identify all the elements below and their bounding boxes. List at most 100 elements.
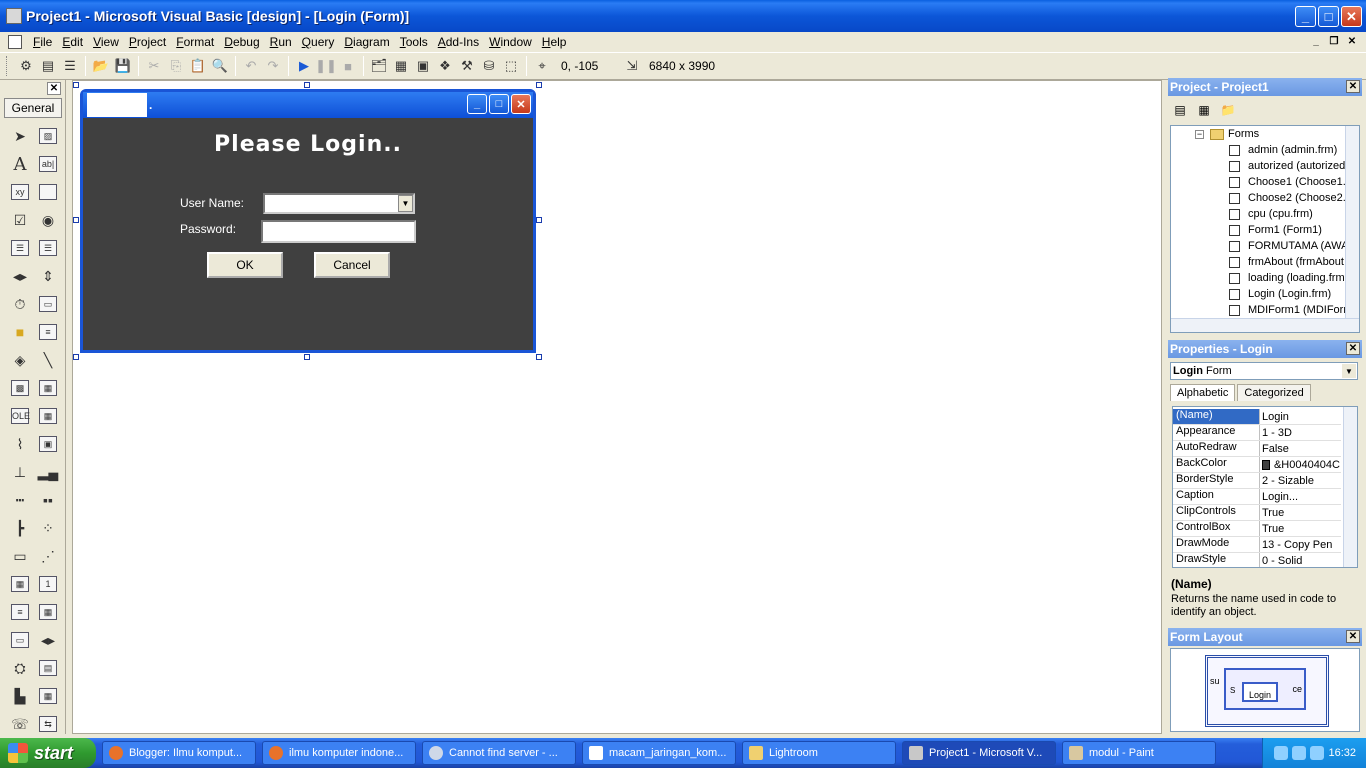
frame-tool-icon[interactable]: xy bbox=[6, 178, 34, 206]
line-tool-icon[interactable]: ╲ bbox=[34, 346, 62, 374]
project-tree[interactable]: − Forms admin (admin.frm) autorized (aut… bbox=[1170, 125, 1360, 333]
undo-icon[interactable]: ↶ bbox=[240, 55, 262, 77]
picturebox-tool-icon[interactable]: ▨ bbox=[34, 122, 62, 150]
mdi-minimize-button[interactable]: _ bbox=[1308, 34, 1324, 48]
property-row[interactable]: ClipControls True bbox=[1173, 505, 1341, 521]
tree-item[interactable]: loading (loading.frm bbox=[1229, 272, 1345, 284]
network-icon[interactable] bbox=[1274, 746, 1289, 760]
dirlistbox-tool-icon[interactable]: ■ bbox=[6, 318, 34, 346]
dtpicker-tool-icon[interactable]: ▣ bbox=[34, 430, 62, 458]
properties-grid[interactable]: (Name) Login Appearance 1 - 3D AutoRedraw F… bbox=[1172, 406, 1358, 568]
timer-tool-icon[interactable]: ⏱ bbox=[6, 290, 34, 318]
tree-vertical-scrollbar[interactable] bbox=[1345, 126, 1359, 318]
resize-handle[interactable] bbox=[73, 82, 79, 88]
component-manager-icon[interactable]: ⬚ bbox=[500, 55, 522, 77]
chevron-down-icon[interactable]: ▼ bbox=[398, 195, 413, 212]
resize-handle[interactable] bbox=[536, 354, 542, 360]
object-selector[interactable]: Login Form ▼ bbox=[1170, 362, 1358, 380]
taskbar-item[interactable]: Lightroom bbox=[742, 741, 896, 765]
ok-button[interactable]: OK bbox=[207, 252, 283, 278]
cut-icon[interactable]: ✂ bbox=[143, 55, 165, 77]
menu-help[interactable]: Help bbox=[537, 35, 572, 49]
label-tool-icon[interactable]: A bbox=[6, 150, 34, 178]
property-row[interactable]: BackColor &H0040404C bbox=[1173, 457, 1341, 473]
mini-login-form[interactable]: Login bbox=[1242, 682, 1278, 702]
resize-handle[interactable] bbox=[304, 82, 310, 88]
listbox-tool-icon[interactable]: ☰ bbox=[34, 234, 62, 262]
cancel-button[interactable]: Cancel bbox=[314, 252, 390, 278]
data-tool-icon[interactable]: ▦ bbox=[34, 374, 62, 402]
resize-handle[interactable] bbox=[73, 354, 79, 360]
property-row[interactable]: Appearance 1 - 3D bbox=[1173, 425, 1341, 441]
collapse-icon[interactable]: − bbox=[1195, 129, 1204, 139]
imagelist-tool-icon[interactable]: ⁘ bbox=[34, 514, 62, 542]
copy-icon[interactable]: ⎘ bbox=[165, 55, 187, 77]
vscrollbar-tool-icon[interactable]: ⇕ bbox=[34, 262, 62, 290]
tree-item[interactable]: frmAbout (frmAbout bbox=[1229, 256, 1344, 268]
taskbar-item[interactable]: Blogger: Ilmu komput... bbox=[102, 741, 256, 765]
menu-run[interactable]: Run bbox=[265, 35, 297, 49]
adodc-tool-icon[interactable]: ⇆ bbox=[34, 710, 62, 738]
report-tool-icon[interactable]: ▙ bbox=[6, 682, 34, 710]
end-icon[interactable]: ■ bbox=[337, 55, 359, 77]
tree-item[interactable]: FORMUTAMA (AWA bbox=[1229, 240, 1348, 252]
menu-file[interactable]: File bbox=[28, 35, 57, 49]
resize-handle[interactable] bbox=[73, 217, 79, 223]
property-row[interactable]: BorderStyle 2 - Sizable bbox=[1173, 473, 1341, 489]
chevron-down-icon[interactable]: ▼ bbox=[1342, 364, 1356, 378]
mdi-close-button[interactable]: ✕ bbox=[1344, 34, 1360, 48]
toolbox-close-button[interactable]: ✕ bbox=[47, 82, 61, 95]
resize-handle[interactable] bbox=[536, 217, 542, 223]
chart-tool-icon[interactable]: ⌇ bbox=[6, 430, 34, 458]
data-view-icon[interactable]: ⛁ bbox=[478, 55, 500, 77]
progressbar-tool-icon[interactable]: ▂▄ bbox=[34, 458, 62, 486]
clock[interactable]: 16:32 bbox=[1328, 747, 1356, 759]
property-row[interactable]: AutoRedraw False bbox=[1173, 441, 1341, 457]
richtext-tool-icon[interactable]: ≡ bbox=[6, 598, 34, 626]
project-close-button[interactable]: ✕ bbox=[1346, 80, 1360, 93]
menu-query[interactable]: Query bbox=[297, 35, 340, 49]
close-button[interactable]: ✕ bbox=[1341, 6, 1362, 27]
tree-item[interactable]: Form1 (Form1) bbox=[1229, 224, 1322, 236]
view-object-icon[interactable]: ▦ bbox=[1194, 101, 1214, 119]
mscomm-tool-icon[interactable]: ☏ bbox=[6, 710, 34, 738]
properties-scrollbar[interactable] bbox=[1343, 407, 1357, 567]
tree-forms-folder[interactable]: − Forms bbox=[1195, 128, 1259, 140]
toolbar-tool-icon[interactable]: ▪▪ bbox=[34, 486, 62, 514]
username-combo[interactable]: ▼ bbox=[263, 193, 415, 214]
tree-item[interactable]: Login (Login.frm) bbox=[1229, 288, 1331, 300]
dataform-tool-icon[interactable]: ▤ bbox=[34, 654, 62, 682]
property-row[interactable]: Caption Login... bbox=[1173, 489, 1341, 505]
image-tool-icon[interactable]: ▩ bbox=[6, 374, 34, 402]
menu-format[interactable]: Format bbox=[171, 35, 219, 49]
password-field[interactable] bbox=[261, 220, 416, 243]
menu-editor-icon[interactable]: ☰ bbox=[59, 55, 81, 77]
menu-add-ins[interactable]: Add-Ins bbox=[433, 35, 484, 49]
add-form-icon[interactable]: ▤ bbox=[37, 55, 59, 77]
property-row[interactable]: ControlBox True bbox=[1173, 521, 1341, 537]
security-icon[interactable] bbox=[1310, 746, 1325, 760]
hscrollbar-tool-icon[interactable]: ◂▸ bbox=[6, 262, 34, 290]
updown-tool-icon[interactable]: 1 bbox=[34, 570, 62, 598]
tree-item[interactable]: cpu (cpu.frm) bbox=[1229, 208, 1313, 220]
optionbutton-tool-icon[interactable]: ◉ bbox=[34, 206, 62, 234]
taskbar-item-active[interactable]: Project1 - Microsoft V... bbox=[902, 741, 1056, 765]
property-row[interactable]: DrawMode 13 - Copy Pen bbox=[1173, 537, 1341, 553]
ole-tool-icon[interactable]: OLE bbox=[6, 402, 34, 430]
object-browser-icon[interactable]: ❖ bbox=[434, 55, 456, 77]
resize-handle[interactable] bbox=[536, 82, 542, 88]
project-explorer-icon[interactable]: 🗂 bbox=[368, 55, 390, 77]
taskbar-item[interactable]: Cannot find server - ... bbox=[422, 741, 576, 765]
form-close-button[interactable]: ✕ bbox=[511, 94, 531, 114]
break-icon[interactable]: ❚❚ bbox=[315, 55, 337, 77]
vb-app-icon[interactable] bbox=[6, 8, 22, 24]
menu-view[interactable]: View bbox=[88, 35, 124, 49]
tab-alphabetic[interactable]: Alphabetic bbox=[1170, 384, 1236, 401]
property-row[interactable]: DrawStyle 0 - Solid bbox=[1173, 553, 1341, 567]
toolbar-grip[interactable] bbox=[6, 56, 9, 76]
treeview-tool-icon[interactable]: ┣ bbox=[6, 514, 34, 542]
taskbar-item[interactable]: modul - Paint bbox=[1062, 741, 1216, 765]
animation-tool-icon[interactable]: ⋰ bbox=[34, 542, 62, 570]
checkbox-tool-icon[interactable]: ☑ bbox=[6, 206, 34, 234]
redo-icon[interactable]: ↷ bbox=[262, 55, 284, 77]
